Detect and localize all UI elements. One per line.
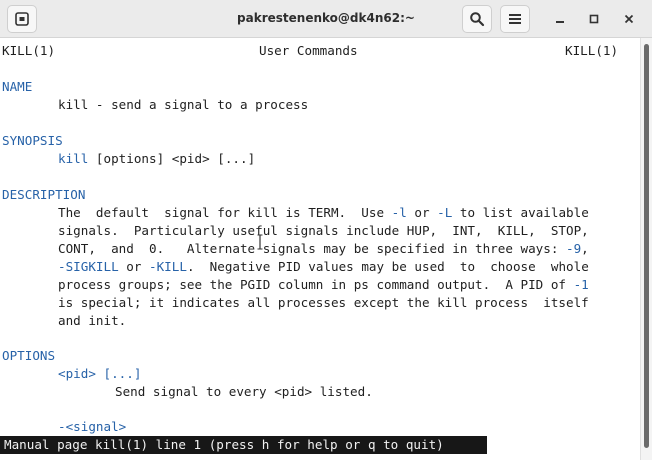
description-line-1: The default signal for kill is TERM. Use… [58, 204, 589, 222]
terminal-view[interactable]: KILL(1) User Commands KILL(1) NAME kill … [0, 38, 640, 460]
minimize-button[interactable] [545, 5, 575, 33]
option-signal: -<signal> [58, 419, 127, 434]
close-button[interactable] [614, 5, 644, 33]
synopsis-line: kill [options] <pid> [...] [58, 150, 255, 168]
desc-l1a: The default signal for kill is TERM. Use [58, 205, 392, 220]
man-header-right: KILL(1) [565, 43, 619, 58]
maximize-button[interactable] [579, 5, 609, 33]
name-text: kill - send a signal to a process [58, 97, 309, 112]
option-pid: <pid> [...] [58, 366, 142, 381]
maximize-icon [589, 14, 599, 24]
man-header-left: KILL(1) [2, 43, 56, 58]
option-l-link: -l [391, 205, 407, 220]
option-L-link: -L [437, 205, 453, 220]
option-sigkill-link: -SIGKILL [58, 259, 119, 274]
search-icon [470, 12, 485, 27]
menu-button[interactable] [500, 5, 530, 33]
title-bar: pakrestenenko@dk4n62:~ [0, 0, 652, 38]
description-line-6: is special; it indicates all processes e… [58, 295, 589, 310]
option-minus1-link: -1 [573, 277, 589, 292]
desc-l4a: or [118, 259, 150, 274]
desc-l3a: CONT, and 0. Alternate signals may be sp… [58, 241, 566, 256]
option-kill-link: -KILL [149, 259, 187, 274]
synopsis-arguments: [options] <pid> [...] [88, 151, 256, 166]
minimize-icon [556, 21, 564, 23]
option-9-link: -9 [566, 241, 582, 256]
man-header-center: User Commands [259, 43, 358, 58]
section-options-heading: OPTIONS [2, 348, 56, 363]
description-line-7: and init. [58, 313, 127, 328]
description-line-2: signals. Particularly useful signals inc… [58, 223, 589, 238]
vertical-scrollbar[interactable] [640, 38, 652, 460]
option-pid-description: Send signal to every <pid> listed. [115, 384, 373, 399]
section-synopsis-heading: SYNOPSIS [2, 133, 63, 148]
section-name-heading: NAME [2, 79, 33, 94]
pager-status-line: Manual page kill(1) line 1 (press h for … [0, 436, 487, 454]
hamburger-menu-icon [509, 14, 521, 24]
synopsis-command: kill [58, 151, 89, 166]
search-button[interactable] [462, 5, 492, 33]
desc-l3b: , [581, 241, 589, 256]
desc-l4b: . Negative PID values may be used to cho… [186, 259, 589, 274]
desc-l1c: to list available [452, 205, 589, 220]
description-line-4: -SIGKILL or -KILL. Negative PID values m… [58, 258, 589, 276]
desc-l1b: or [406, 205, 438, 220]
scrollbar-thumb[interactable] [644, 44, 649, 448]
text-cursor-icon [257, 234, 263, 250]
section-description-heading: DESCRIPTION [2, 187, 86, 202]
description-line-5: process groups; see the PGID column in p… [58, 276, 589, 294]
desc-l5a: process groups; see the PGID column in p… [58, 277, 574, 292]
close-icon [624, 14, 634, 24]
description-line-3: CONT, and 0. Alternate signals may be sp… [58, 240, 589, 258]
